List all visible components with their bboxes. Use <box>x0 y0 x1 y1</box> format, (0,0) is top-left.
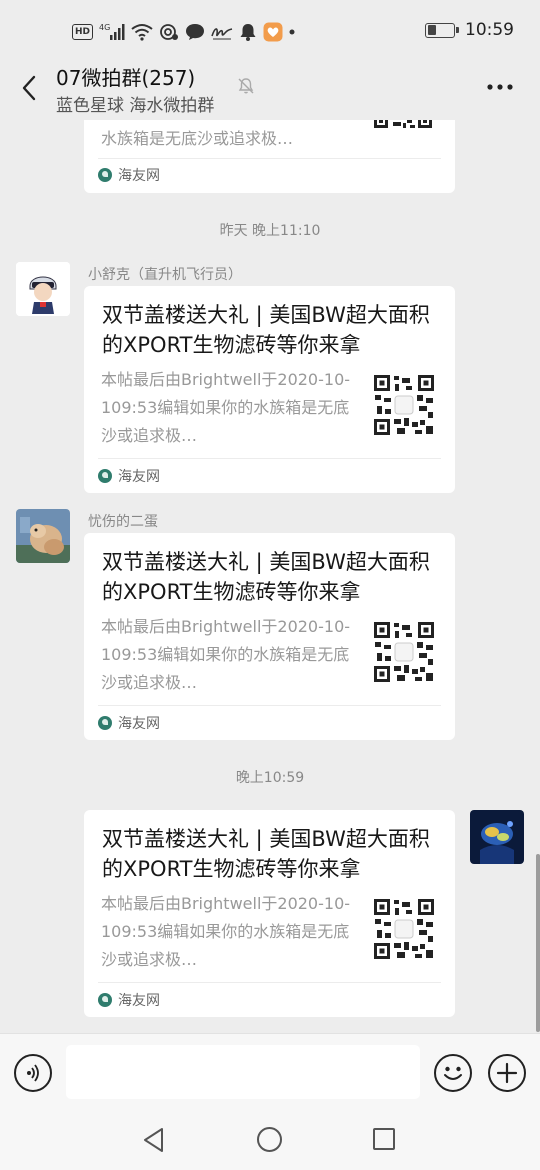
avatar-youshang[interactable] <box>16 509 70 563</box>
dog-photo-avatar-image <box>16 509 70 563</box>
mute-bell-icon <box>238 78 254 94</box>
message-input[interactable] <box>66 1045 420 1099</box>
hotspot-icon <box>159 22 179 42</box>
emoji-button[interactable] <box>434 1054 472 1092</box>
card-description: 本帖最后由Brightwell于2020-10-109:53编辑如果你的水族箱是… <box>101 617 351 692</box>
sender-name: 小舒克（直升机飞行员） <box>88 267 242 283</box>
chevron-left-icon <box>22 75 36 101</box>
sender-name: 忧伤的二蛋 <box>88 514 158 530</box>
card-description: 本帖最后由Brightwell于2020-10-109:53编辑如果你的水族箱是… <box>101 894 351 969</box>
card-source-label: 海友网 <box>118 993 160 1009</box>
avatar-self[interactable] <box>470 810 524 864</box>
status-time: 10:59 <box>465 20 514 40</box>
more-options-button[interactable] <box>484 74 516 100</box>
card-source-label: 海友网 <box>118 469 160 485</box>
card-description: 本帖最后由Brightwell于2020-10-109:53编辑如果你的水族箱是… <box>101 370 351 445</box>
qr-code-image <box>373 898 435 960</box>
card-divider <box>98 458 441 459</box>
timestamp: 昨天 晚上11:10 <box>219 223 321 239</box>
coral-photo-avatar-image <box>470 810 524 864</box>
card-title: 双节盖楼送大礼 | 美国BW超大面积的XPORT生物滤砖等你来拿 <box>102 303 430 357</box>
status-right: 10:59 <box>425 20 514 40</box>
link-card[interactable]: 双节盖楼送大礼 | 美国BW超大面积的XPORT生物滤砖等你来拿 本帖最后由Br… <box>84 810 455 1017</box>
link-card[interactable]: 双节盖楼送大礼 | 美国BW超大面积的XPORT生物滤砖等你来拿 本帖最后由Br… <box>84 533 455 740</box>
card-title: 双节盖楼送大礼 | 美国BW超大面积的XPORT生物滤砖等你来拿 <box>102 827 430 881</box>
nav-back-icon[interactable] <box>142 1127 166 1153</box>
qr-code-image <box>373 120 433 129</box>
card-description: 水族箱是无底沙或追求极… <box>101 129 294 148</box>
card-source: 海友网 <box>98 713 160 733</box>
card-source: 海友网 <box>98 466 160 486</box>
svg-text:4G: 4G <box>99 23 110 32</box>
voice-input-button[interactable] <box>14 1054 52 1092</box>
scrollbar[interactable] <box>536 854 540 1032</box>
link-card[interactable]: 双节盖楼送大礼 | 美国BW超大面积的XPORT生物滤砖等你来拿 本帖最后由Br… <box>84 286 455 493</box>
input-bar <box>0 1033 540 1113</box>
qr-code-image <box>373 374 435 436</box>
haiyou-logo-icon <box>98 993 112 1007</box>
link-card-partial[interactable]: 水族箱是无底沙或追求极… 海友网 <box>84 120 455 193</box>
more-actions-button[interactable] <box>488 1054 526 1092</box>
ellipsis-icon <box>487 84 513 90</box>
status-icons: HD 4G <box>72 22 295 42</box>
haiyou-logo-icon <box>98 469 112 483</box>
signature-icon <box>211 22 233 42</box>
haiyou-logo-icon <box>98 168 112 182</box>
card-source-label: 海友网 <box>118 168 160 184</box>
timestamp: 晚上10:59 <box>235 770 305 786</box>
chat-header: 07微拍群(257) 蓝色星球 海水微拍群 <box>0 62 540 120</box>
back-button[interactable] <box>14 70 44 106</box>
heart-app-icon <box>263 22 283 42</box>
status-bar: HD 4G 10:59 <box>0 0 540 62</box>
chat-bubble-icon <box>185 22 205 42</box>
pilot-avatar-image <box>16 262 70 316</box>
more-dots-icon <box>289 22 295 42</box>
battery-fill <box>427 25 437 35</box>
group-title: 07微拍群(257) <box>56 66 196 90</box>
haiyou-logo-icon <box>98 716 112 730</box>
battery-icon <box>425 22 459 38</box>
avatar-xiaoshuke[interactable] <box>16 262 70 316</box>
4g-signal-icon: 4G <box>99 22 125 42</box>
system-nav-bar <box>0 1113 540 1170</box>
voice-wave-icon <box>27 1064 39 1082</box>
card-divider <box>98 705 441 706</box>
card-source: 海友网 <box>98 990 160 1010</box>
bell-icon <box>239 22 257 42</box>
smiley-icon <box>444 1066 462 1080</box>
card-divider <box>98 158 441 159</box>
card-title: 双节盖楼送大礼 | 美国BW超大面积的XPORT生物滤砖等你来拿 <box>102 550 430 604</box>
hd-icon: HD <box>72 24 94 40</box>
group-subtitle: 蓝色星球 海水微拍群 <box>56 96 215 116</box>
qr-code-image <box>373 621 435 683</box>
nav-home-icon[interactable] <box>257 1127 282 1152</box>
plus-icon <box>496 1062 518 1084</box>
card-divider <box>98 982 441 983</box>
wifi-icon <box>131 22 153 42</box>
chat-area[interactable]: 水族箱是无底沙或追求极… 海友网 昨天 晚上11:10 小舒克（直升机飞行员） <box>0 120 540 1033</box>
card-source-label: 海友网 <box>118 716 160 732</box>
nav-recents-icon[interactable] <box>373 1128 395 1150</box>
card-source: 海友网 <box>98 165 160 185</box>
